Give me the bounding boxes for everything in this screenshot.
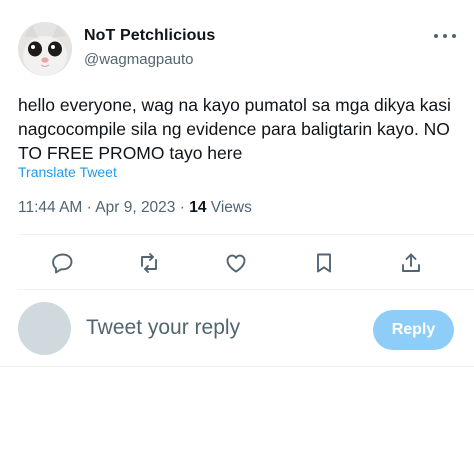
reply-input[interactable]: Tweet your reply	[86, 316, 240, 340]
meta-separator: ·	[86, 199, 96, 216]
meta-separator: ·	[179, 199, 190, 216]
like-icon[interactable]	[223, 250, 249, 276]
current-user-avatar	[18, 302, 71, 355]
author-avatar[interactable]	[18, 22, 72, 76]
divider	[0, 366, 474, 367]
tweet-time[interactable]: 11:44 AM	[18, 199, 82, 216]
tweet-meta: 11:44 AM · Apr 9, 2023 · 14 Views	[18, 199, 252, 217]
reply-button[interactable]: Reply	[373, 310, 454, 350]
tweet-text: hello everyone, wag na kayo pumatol sa m…	[18, 95, 451, 163]
divider	[18, 289, 474, 290]
retweet-icon[interactable]	[136, 250, 162, 276]
tweet-date[interactable]: Apr 9, 2023	[95, 199, 175, 216]
reply-icon[interactable]	[50, 250, 76, 276]
more-options-icon[interactable]	[434, 27, 456, 45]
views-label: Views	[210, 199, 252, 216]
views-count: 14	[189, 199, 207, 216]
share-icon[interactable]	[398, 250, 424, 276]
divider	[18, 234, 474, 235]
translate-tweet-link[interactable]: Translate Tweet	[18, 164, 117, 180]
author-handle[interactable]: @wagmagpauto	[84, 51, 193, 68]
author-display-name[interactable]: NoT Petchlicious	[84, 27, 215, 45]
tweet-detail: NoT Petchlicious @wagmagpauto hello ever…	[0, 0, 474, 474]
bookmark-icon[interactable]	[311, 250, 337, 276]
cat-avatar-image	[18, 22, 72, 76]
